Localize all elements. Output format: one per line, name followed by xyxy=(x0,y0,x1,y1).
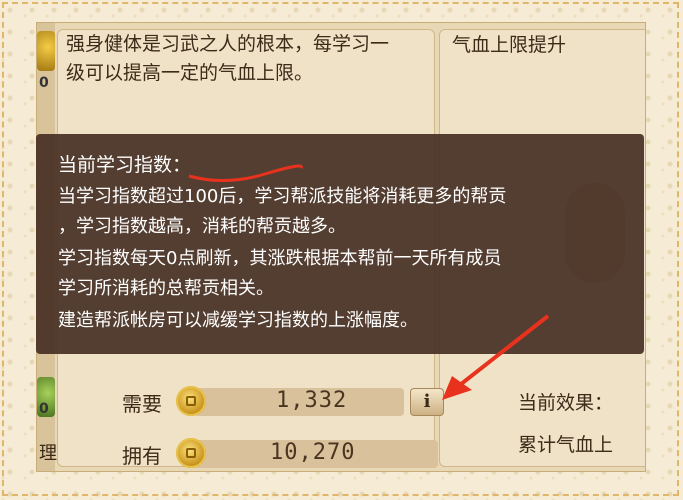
skill-level-top: 0 xyxy=(39,75,49,91)
skill-description: 强身健体是习武之人的根本，每学习一级可以提高一定的气血上限。 xyxy=(66,33,390,84)
tooltip-line: 学习所消耗的总帮贡相关。 xyxy=(58,278,274,299)
need-label: 需要 xyxy=(122,392,162,416)
have-value: 10,270 xyxy=(270,440,356,465)
tooltip-line: 建造帮派帐房可以减缓学习指数的上涨幅度。 xyxy=(58,310,418,331)
effect-panel-title: 气血上限提升 xyxy=(452,34,567,56)
tooltip-line: 学习指数每天0点刷新，其涨跌根据本帮前一天所有成员 xyxy=(58,248,502,269)
tooltip-line: ，学习指数越高，消耗的帮贡越多。 xyxy=(58,216,346,237)
current-effect-value: 累计气血上 xyxy=(518,434,614,456)
skill-name-fragment: 理 xyxy=(39,443,57,464)
need-value: 1,332 xyxy=(276,388,348,413)
coin-icon xyxy=(176,386,206,416)
tooltip-title: 当前学习指数： xyxy=(58,154,192,176)
annotation-arrow-icon xyxy=(442,314,550,400)
coin-icon xyxy=(176,438,206,468)
skill-level-bottom: 0 xyxy=(39,401,49,417)
have-label: 拥有 xyxy=(122,444,162,468)
annotation-underline xyxy=(188,164,303,183)
skill-icon-top[interactable] xyxy=(37,31,55,71)
tooltip-line: 当学习指数超过100后，学习帮派技能将消耗更多的帮贡 xyxy=(58,186,507,207)
